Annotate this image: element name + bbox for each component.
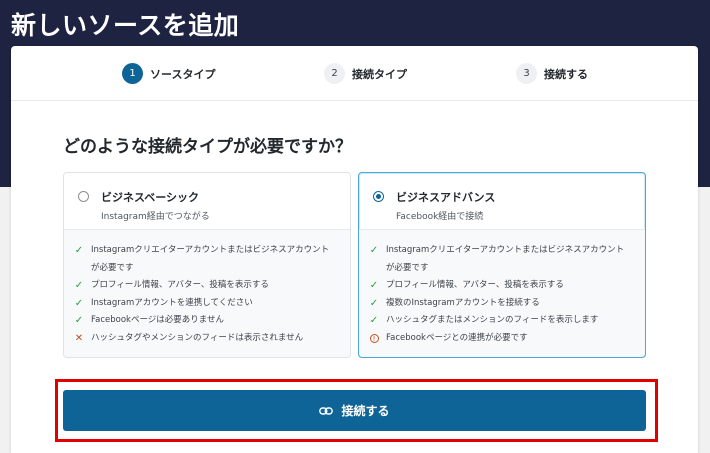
step-number: 3 xyxy=(516,63,537,84)
step-connect[interactable]: 3 接続する xyxy=(516,63,588,84)
feature-text: プロフィール情報、アバター、投稿を表示する xyxy=(386,280,564,290)
feature-item: ✓ 複数のInstagramアカウントを接続する xyxy=(369,295,635,313)
card-business-advanced[interactable]: ビジネスアドバンス Facebook経由で接続 ✓ Instagramクリエイター… xyxy=(358,172,646,358)
feature-item: ✓ プロフィール情報、アバター、投稿を表示する xyxy=(369,277,635,295)
connect-button-label: 接続する xyxy=(341,404,390,418)
card-header: ビジネスアドバンス Facebook経由で接続 xyxy=(359,173,645,230)
card-header: ビジネスベーシック Instagram経由でつながる xyxy=(64,173,350,230)
feature-text: プロフィール情報、アバター、投稿を表示する xyxy=(91,280,269,290)
page-title: 新しいソースを追加 xyxy=(11,11,240,40)
card-business-basic[interactable]: ビジネスベーシック Instagram経由でつながる ✓ Instagramクリエ… xyxy=(63,172,351,358)
feature-text: Instagramクリエイターアカウントまたはビジネスアカウント xyxy=(91,245,330,255)
step-connection-type[interactable]: 2 接続タイプ xyxy=(324,63,407,84)
feature-list: ✓ Instagramクリエイターアカウントまたはビジネスアカウント が必要です … xyxy=(64,230,350,357)
feature-text: が必要です xyxy=(91,262,134,273)
info-icon: ! xyxy=(369,330,379,348)
check-icon: ✓ xyxy=(74,280,84,291)
check-icon: ✓ xyxy=(74,315,84,326)
feature-text: ハッシュタグまたはメンションのフィードを表示します xyxy=(386,315,599,325)
radio-business-advanced[interactable] xyxy=(373,191,384,202)
step-label: ソースタイプ xyxy=(150,67,216,81)
stepper: 1 ソースタイプ 2 接続タイプ 3 接続する xyxy=(11,46,698,101)
card-subtitle: Facebook経由で接続 xyxy=(396,212,484,222)
step-number: 2 xyxy=(324,63,345,84)
check-icon: ✓ xyxy=(369,245,379,256)
check-icon: ✓ xyxy=(369,297,379,309)
feature-item: が必要です xyxy=(369,260,635,278)
feature-item: ✓ Instagramクリエイターアカウントまたはビジネスアカウント xyxy=(74,242,340,260)
feature-item: ✓ Instagramクリエイターアカウントまたはビジネスアカウント xyxy=(369,242,635,260)
check-icon: ✓ xyxy=(369,315,379,326)
radio-business-basic[interactable] xyxy=(78,191,89,202)
cross-icon: ✕ xyxy=(74,332,84,344)
feature-item: が必要です xyxy=(74,260,340,278)
feature-text: Facebookページとの連携が必要です xyxy=(386,332,528,343)
feature-item: ✓ プロフィール情報、アバター、投稿を表示する xyxy=(74,277,340,295)
link-icon xyxy=(319,406,334,416)
feature-text: が必要です xyxy=(386,262,429,273)
step-label: 接続する xyxy=(544,67,588,81)
feature-item: ✕ ハッシュタグやメンションのフィードは表示されません xyxy=(74,330,340,348)
feature-text: Facebookページは必要ありません xyxy=(91,315,225,325)
feature-text: Instagramアカウントを連携してください xyxy=(91,297,253,308)
question-heading: どのような接続タイプが必要ですか？ xyxy=(63,137,352,157)
step-source-type[interactable]: 1 ソースタイプ xyxy=(122,63,215,84)
check-icon: ✓ xyxy=(74,297,84,309)
card-subtitle: Instagram経由でつながる xyxy=(101,212,210,222)
step-label: 接続タイプ xyxy=(352,67,407,81)
feature-text: 複数のInstagramアカウントを接続する xyxy=(386,297,540,308)
feature-text: Instagramクリエイターアカウントまたはビジネスアカウント xyxy=(386,245,625,255)
connect-button[interactable]: 接続する xyxy=(63,390,646,431)
check-icon: ✓ xyxy=(74,245,84,256)
card-title: ビジネスベーシック xyxy=(101,191,200,204)
feature-item: ✓ Instagramアカウントを連携してください xyxy=(74,295,340,313)
check-icon: ✓ xyxy=(369,280,379,291)
step-number: 1 xyxy=(122,63,143,84)
feature-list: ✓ Instagramクリエイターアカウントまたはビジネスアカウント が必要です … xyxy=(359,230,645,357)
feature-item: ✓ ハッシュタグまたはメンションのフィードを表示します xyxy=(369,312,635,330)
feature-text: ハッシュタグやメンションのフィードは表示されません xyxy=(91,332,304,343)
feature-item: ✓ Facebookページは必要ありません xyxy=(74,312,340,330)
card-title: ビジネスアドバンス xyxy=(396,191,496,204)
feature-item: ! Facebookページとの連携が必要です xyxy=(369,330,635,348)
